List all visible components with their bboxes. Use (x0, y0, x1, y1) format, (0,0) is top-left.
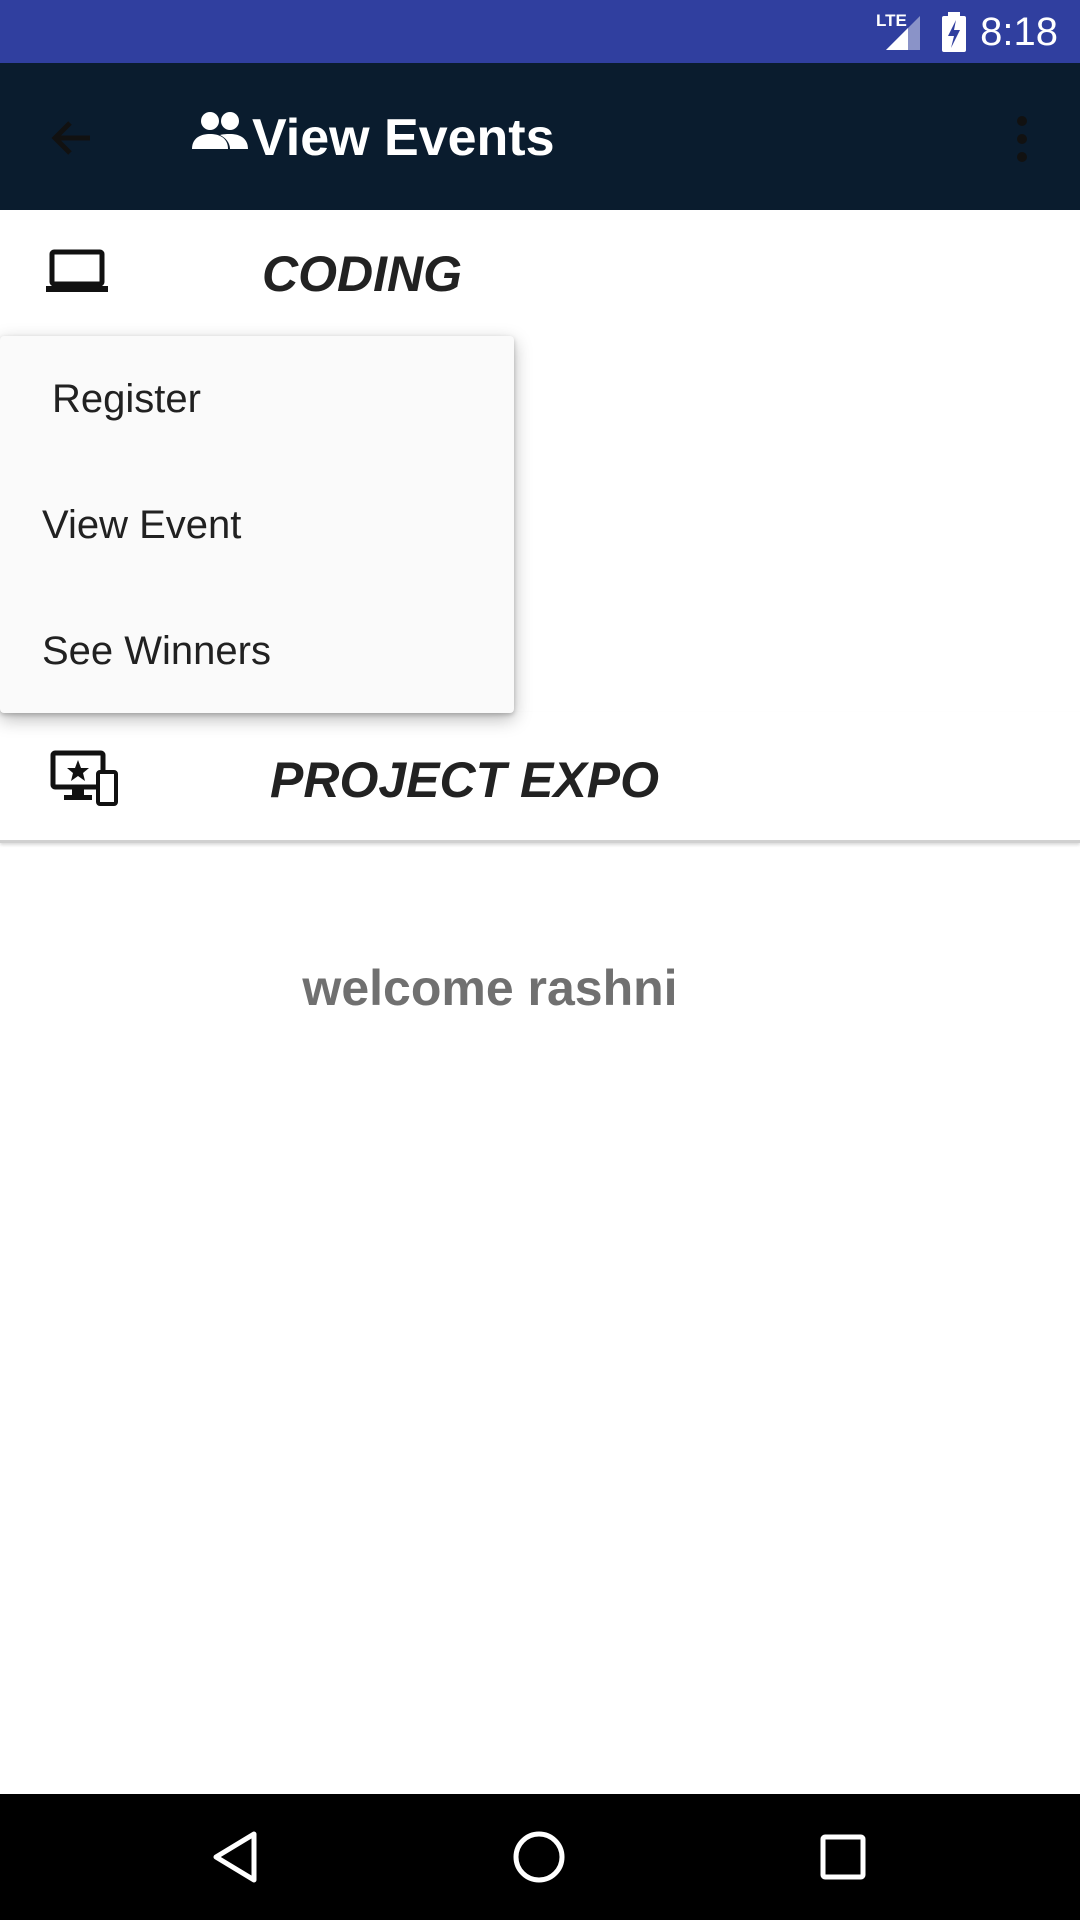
lte-signal-icon: LTE (876, 11, 920, 50)
event-label-coding: CODING (262, 246, 462, 302)
popup-menu: Register View Event See Winners (0, 336, 514, 713)
laptop-icon (46, 249, 108, 292)
more-vert-icon[interactable] (1010, 111, 1034, 167)
recents-square-icon[interactable] (812, 1826, 874, 1888)
event-row-project-expo[interactable]: PROJECT EXPO (0, 712, 1080, 843)
menu-item-view-event[interactable]: View Event (0, 462, 514, 588)
svg-text:LTE: LTE (876, 11, 907, 30)
menu-item-label: Register (52, 377, 201, 421)
home-circle-icon[interactable] (508, 1826, 570, 1888)
battery-charging-icon (942, 12, 966, 52)
menu-item-label: See Winners (42, 629, 271, 673)
nav-bar (0, 1794, 1080, 1920)
app-bar: View Events (0, 63, 1080, 210)
devices-star-icon (50, 750, 118, 806)
people-icon (192, 112, 248, 149)
status-bar: LTE 8:18 (0, 0, 1080, 63)
menu-item-see-winners[interactable]: See Winners (0, 588, 514, 714)
event-label-project-expo: PROJECT EXPO (270, 752, 659, 808)
welcome-text: welcome rashni (302, 960, 678, 1016)
menu-item-register[interactable]: Register (0, 336, 514, 462)
menu-item-label: View Event (42, 503, 242, 547)
arrow-back-icon[interactable] (44, 110, 100, 166)
event-row-coding[interactable]: CODING (0, 210, 1080, 338)
page-title: View Events (252, 109, 555, 167)
status-time: 8:18 (980, 10, 1058, 54)
back-triangle-icon[interactable] (206, 1826, 268, 1888)
